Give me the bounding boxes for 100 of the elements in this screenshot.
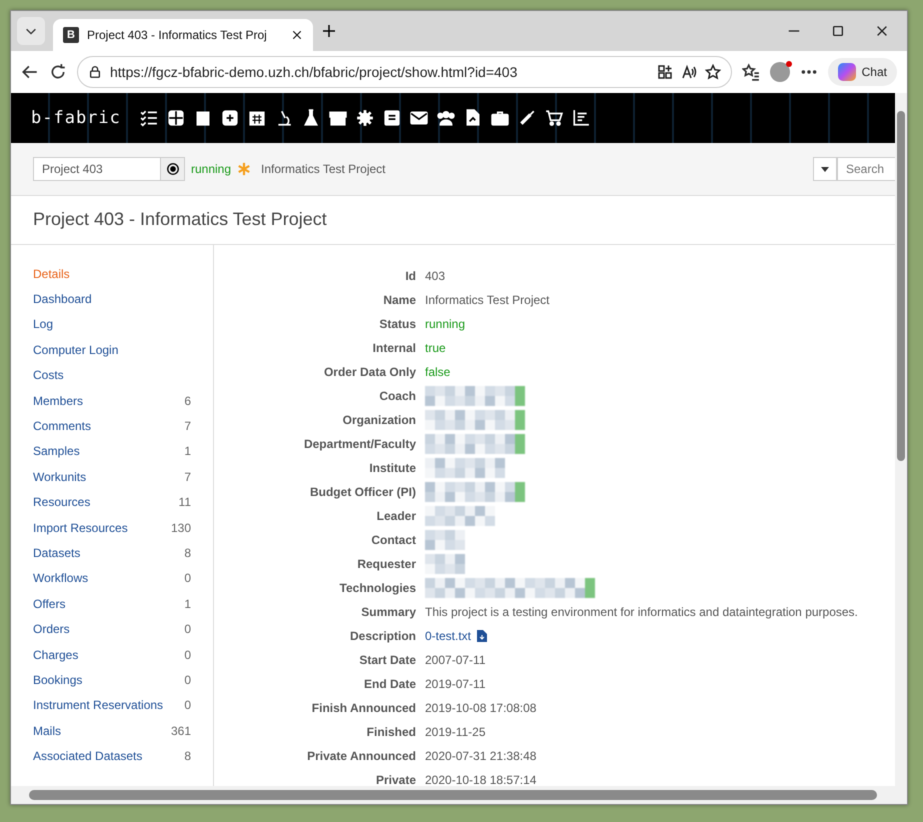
field-label: Private Announced: [307, 749, 416, 763]
favicon: B: [63, 27, 79, 43]
item-count: 1: [184, 596, 191, 611]
project-field[interactable]: Project 403: [33, 157, 161, 181]
profile-avatar[interactable]: [770, 62, 790, 82]
radio-icon: [166, 162, 180, 176]
select-button[interactable]: [161, 157, 185, 181]
field-label: Department/Faculty: [304, 437, 416, 451]
tab-list-button[interactable]: [17, 17, 45, 45]
item-count: 8: [184, 749, 191, 764]
sidebar-link[interactable]: Workflows: [33, 571, 88, 586]
field-label: Requester: [357, 557, 416, 571]
chart-icon[interactable]: [572, 109, 590, 127]
field-value: This project is a testing environment for informatics and dataintegration purposes.: [425, 605, 859, 619]
envelope-icon[interactable]: [410, 109, 428, 127]
item-count: 0: [184, 648, 191, 662]
sidebar-link[interactable]: Members: [33, 394, 84, 408]
file-link[interactable]: 0-test.txt: [425, 629, 472, 643]
sidebar-link[interactable]: Comments: [33, 419, 92, 434]
sidebar-link[interactable]: Orders: [33, 622, 70, 636]
field-label: Private: [376, 773, 416, 787]
field-label: Internal: [372, 341, 416, 355]
people-icon[interactable]: [436, 109, 455, 127]
field-value: 2020-10-18 18:57:14: [425, 773, 538, 787]
field-label: Contact: [371, 533, 416, 547]
item-count: 7: [184, 419, 191, 434]
field-label: Order Data Only: [324, 365, 416, 379]
cart-icon[interactable]: [544, 109, 563, 127]
sidebar-link[interactable]: Import Resources: [33, 520, 128, 535]
sidebar-link[interactable]: Charges: [33, 648, 78, 662]
redacted-value: [425, 506, 495, 526]
status-text: running: [191, 162, 232, 176]
flask-icon[interactable]: [302, 109, 320, 127]
sidebar-link[interactable]: Bookings: [33, 672, 82, 687]
app-grid-icon[interactable]: [656, 64, 673, 80]
archive-icon[interactable]: [328, 109, 347, 127]
asterisk-icon: [237, 162, 252, 176]
field-label: Budget Officer (PI): [310, 485, 416, 499]
close-icon[interactable]: [291, 29, 303, 41]
sidebar-link[interactable]: Instrument Reservations: [33, 698, 164, 712]
item-count: 0: [184, 698, 191, 712]
sidebar-link[interactable]: Associated Datasets: [33, 749, 142, 764]
project-name: Informatics Test Project: [261, 162, 386, 176]
sidebar-link[interactable]: Computer Login: [33, 342, 118, 357]
chat-button[interactable]: Chat: [828, 58, 897, 86]
status-value: running: [425, 317, 466, 331]
horizontal-scrollbar[interactable]: [11, 786, 907, 804]
field-value: 2007-07-11: [425, 653, 486, 667]
field-value: 2020-07-31 21:38:48: [425, 749, 538, 763]
page-title: Project 403 - Informatics Test Project: [33, 209, 327, 230]
field-value: 2019-10-08 17:08:08: [425, 701, 538, 715]
sidebar-link[interactable]: Offers: [33, 596, 66, 611]
item-count: 6: [184, 394, 191, 408]
field-label: Finished: [366, 725, 416, 739]
checklist-icon[interactable]: [140, 109, 158, 127]
item-count: 361: [170, 724, 191, 738]
field-label: Technologies: [340, 581, 416, 595]
favorites-icon[interactable]: [742, 63, 760, 81]
field-label: Leader: [376, 509, 416, 523]
grid-icon[interactable]: [166, 109, 185, 127]
read-aloud-icon[interactable]: [680, 64, 697, 80]
field-label: Name: [383, 293, 416, 307]
star-icon[interactable]: [704, 64, 721, 80]
item-count: 11: [178, 495, 191, 510]
vertical-scrollbar[interactable]: [895, 93, 907, 786]
field-label: Institute: [369, 461, 416, 475]
field-label: Description: [350, 629, 416, 643]
app-logo[interactable]: b-fabric: [31, 108, 121, 128]
item-count: 0: [184, 571, 191, 586]
note-icon[interactable]: [382, 109, 401, 127]
new-tab-icon[interactable]: [321, 23, 337, 39]
redacted-value: [425, 530, 465, 550]
dropdown-button[interactable]: [813, 157, 837, 181]
back-icon[interactable]: [21, 63, 39, 81]
field-label: Id: [405, 269, 416, 283]
browser-tab[interactable]: B Project 403 - Informatics Test Proj: [53, 19, 313, 51]
gear-icon[interactable]: [356, 109, 374, 127]
sidebar-link[interactable]: Mails: [33, 724, 62, 738]
address-bar[interactable]: https://fgcz-bfabric-demo.uzh.ch/bfabric/project/show.html?id=403: [77, 56, 732, 88]
plus-square-icon[interactable]: [220, 109, 239, 127]
sidebar-link[interactable]: Dashboard: [33, 292, 92, 306]
field-label: Start Date: [359, 653, 416, 667]
sidebar-link[interactable]: Resources: [33, 495, 90, 510]
field-label: Coach: [379, 389, 416, 403]
sidebar-link[interactable]: Costs: [33, 368, 64, 382]
redacted-value: [425, 554, 465, 574]
status-value: true: [425, 341, 447, 355]
field-value: Informatics Test Project: [425, 293, 550, 307]
search-field[interactable]: Search: [837, 157, 895, 181]
sidebar-link[interactable]: Workunits: [33, 470, 86, 484]
reload-icon[interactable]: [49, 63, 67, 81]
sidebar-link[interactable]: Log: [33, 317, 54, 332]
copilot-icon: [838, 63, 856, 81]
sidebar-link[interactable]: Samples: [33, 444, 80, 458]
maximize-icon[interactable]: [831, 24, 845, 38]
close-icon[interactable]: [875, 24, 889, 38]
briefcase-icon[interactable]: [490, 109, 509, 127]
sidebar-link[interactable]: Datasets: [33, 546, 80, 560]
field-value: 2019-11-25: [425, 725, 486, 739]
item-count: 1: [184, 444, 191, 458]
